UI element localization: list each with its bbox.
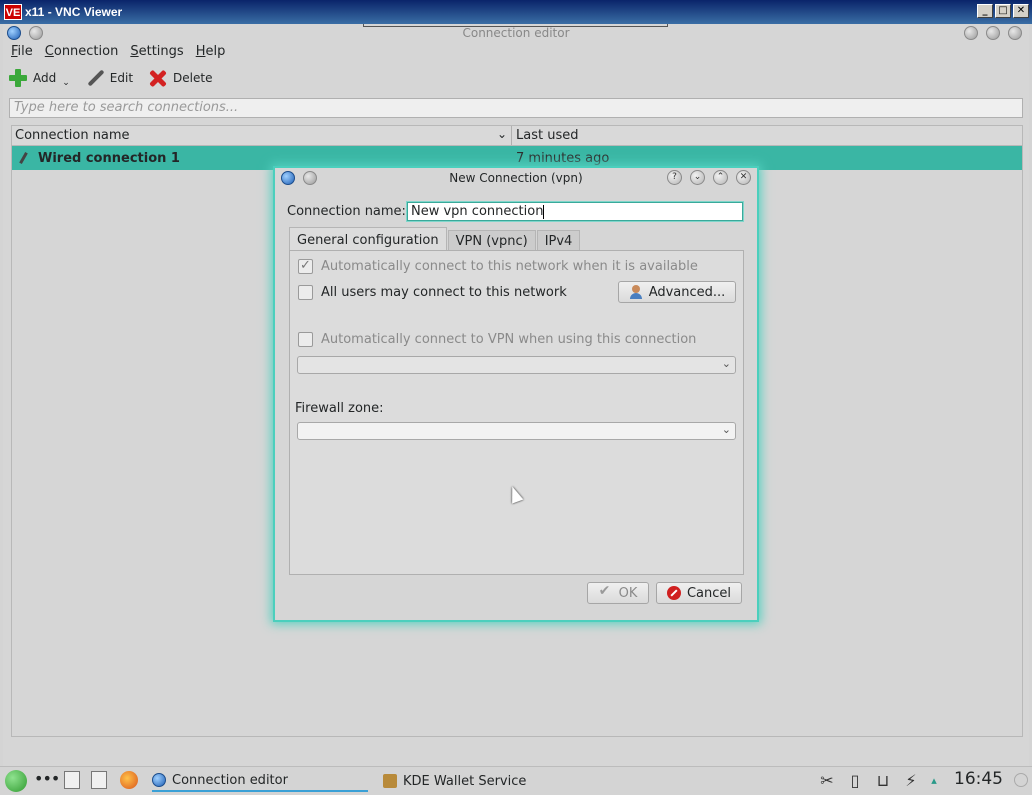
connection-name-cell: Wired connection 1 xyxy=(38,150,180,166)
user-info-icon xyxy=(629,285,643,299)
last-used-cell: 7 minutes ago xyxy=(516,150,610,166)
auto-vpn-row: Automatically connect to VPN when using … xyxy=(298,332,696,347)
column-header-last-used[interactable]: Last used xyxy=(512,126,582,145)
ok-button-label: OK xyxy=(618,585,638,601)
advanced-button[interactable]: Advanced... xyxy=(618,281,736,303)
edit-button-label: Edit xyxy=(109,71,134,85)
vnc-minimize-button[interactable]: _ xyxy=(977,4,993,18)
more-icon[interactable]: ••• xyxy=(34,769,60,788)
plug-icon[interactable]: ⚡ xyxy=(901,771,921,791)
edit-button[interactable]: Edit xyxy=(84,67,133,89)
vnc-window-title: x11 - VNC Viewer xyxy=(25,5,123,19)
task-kde-wallet[interactable]: KDE Wallet Service xyxy=(383,770,583,792)
file-manager-icon[interactable] xyxy=(91,771,107,789)
ethernet-cable-icon xyxy=(18,152,30,164)
delete-icon xyxy=(147,67,169,89)
tab-general-configuration[interactable]: General configuration xyxy=(289,227,447,251)
menu-connection[interactable]: Connection xyxy=(37,43,119,63)
text-caret xyxy=(543,204,545,219)
add-button-label: Add xyxy=(33,71,57,85)
sort-chevron-icon: ⌄ xyxy=(496,127,507,141)
new-connection-dialog: New Connection (vpn) ? ⌄ ⌃ ✕ Connection … xyxy=(275,168,757,620)
vnc-logo-icon: VE xyxy=(4,4,22,20)
application-launcher-icon[interactable] xyxy=(5,770,27,792)
connection-name-label: Connection name: xyxy=(287,204,406,219)
advanced-button-label: Advanced... xyxy=(648,284,726,300)
dialog-minimize-button[interactable]: ⌄ xyxy=(690,170,705,185)
menu-help[interactable]: Help xyxy=(188,43,226,63)
app-title: Connection editor xyxy=(462,26,570,40)
chevron-down-icon: ⌄ xyxy=(721,423,731,436)
check-icon xyxy=(599,583,613,600)
firewall-zone-label: Firewall zone: xyxy=(295,401,384,416)
auto-connect-row: Automatically connect to this network wh… xyxy=(298,258,698,274)
vnc-window-buttons: _ □ ✕ xyxy=(977,4,1029,18)
show-desktop-icon[interactable] xyxy=(1014,773,1028,787)
dialog-maximize-button[interactable]: ⌃ xyxy=(713,170,728,185)
system-tray: ✂ ▯ ⊔ ⚡ ▴ xyxy=(817,771,939,791)
network-icon[interactable]: ⊔ xyxy=(873,771,893,791)
chevron-down-icon: ⌄ xyxy=(721,357,731,370)
clipboard-icon[interactable]: ▯ xyxy=(845,771,865,791)
app-minimize-button[interactable] xyxy=(964,26,978,40)
column-header-connection-name[interactable]: Connection name ⌄ xyxy=(12,126,512,145)
add-dropdown-chevron-icon[interactable]: ⌄ xyxy=(62,78,70,88)
scissors-icon[interactable]: ✂ xyxy=(817,771,837,791)
all-users-row: All users may connect to this network xyxy=(298,285,567,300)
help-button[interactable]: ? xyxy=(667,170,682,185)
toolbar: Add ⌄ Edit Delete xyxy=(7,66,226,90)
auto-connect-label: Automatically connect to this network wh… xyxy=(321,259,698,274)
dialog-titlebar: New Connection (vpn) ? ⌄ ⌃ ✕ xyxy=(275,168,757,190)
wrench-icon xyxy=(84,67,106,89)
ok-button[interactable]: OK xyxy=(587,582,649,604)
delete-button-label: Delete xyxy=(173,71,213,85)
list-row[interactable]: Wired connection 1 7 minutes ago xyxy=(12,146,1022,170)
cancel-button-label: Cancel xyxy=(686,585,732,601)
task-label: Connection editor xyxy=(172,772,288,788)
menubar: File Connection Settings Help xyxy=(3,43,229,63)
general-configuration-pane: Automatically connect to this network wh… xyxy=(289,250,744,575)
task-label: KDE Wallet Service xyxy=(403,773,527,789)
vnc-maximize-button[interactable]: □ xyxy=(995,4,1011,18)
menu-settings[interactable]: Settings xyxy=(122,43,183,63)
add-button[interactable]: Add ⌄ xyxy=(7,67,70,89)
cancel-button[interactable]: Cancel xyxy=(656,582,742,604)
search-input[interactable]: Type here to search connections... xyxy=(9,98,1023,118)
plus-icon xyxy=(7,67,29,89)
connection-name-value: New vpn connection xyxy=(411,204,544,219)
task-connection-editor[interactable]: Connection editor xyxy=(152,770,368,792)
vnc-close-button[interactable]: ✕ xyxy=(1013,4,1029,18)
all-users-label: All users may connect to this network xyxy=(321,285,567,300)
vnc-titlebar: VE x11 - VNC Viewer _ □ ✕ xyxy=(0,0,1032,24)
app-close-button[interactable] xyxy=(1008,26,1022,40)
clock[interactable]: 16:45 xyxy=(954,769,1003,789)
firewall-zone-select[interactable]: ⌄ xyxy=(297,422,736,440)
tab-ipv4[interactable]: IPv4 xyxy=(536,230,581,250)
globe-icon xyxy=(152,773,166,787)
auto-vpn-label: Automatically connect to VPN when using … xyxy=(321,332,697,347)
connection-name-field[interactable]: New vpn connection xyxy=(407,202,743,221)
auto-connect-checkbox[interactable] xyxy=(298,258,313,274)
arrow-up-icon[interactable]: ▴ xyxy=(929,771,939,791)
firefox-icon[interactable] xyxy=(120,771,138,789)
taskbar: ••• Connection editor KDE Wallet Service… xyxy=(0,766,1032,795)
wallet-icon xyxy=(383,774,397,788)
app-titlebar: Connection editor xyxy=(3,24,1029,43)
dialog-close-button[interactable]: ✕ xyxy=(736,170,751,185)
delete-button[interactable]: Delete xyxy=(147,67,212,89)
vpn-select[interactable]: ⌄ xyxy=(297,356,736,374)
tab-bar: General configuration VPN (vpnc) IPv4 xyxy=(289,227,581,251)
desktop-icon[interactable] xyxy=(64,771,80,789)
list-header: Connection name ⌄ Last used xyxy=(12,126,1022,146)
menu-file[interactable]: File xyxy=(3,43,33,63)
all-users-checkbox[interactable] xyxy=(298,285,313,300)
cancel-icon xyxy=(666,586,681,600)
column-header-label: Connection name xyxy=(15,128,130,143)
auto-vpn-checkbox[interactable] xyxy=(298,332,313,347)
dialog-title: New Connection (vpn) xyxy=(449,171,583,185)
app-maximize-button[interactable] xyxy=(986,26,1000,40)
tab-vpn-vpnc[interactable]: VPN (vpnc) xyxy=(447,230,536,250)
